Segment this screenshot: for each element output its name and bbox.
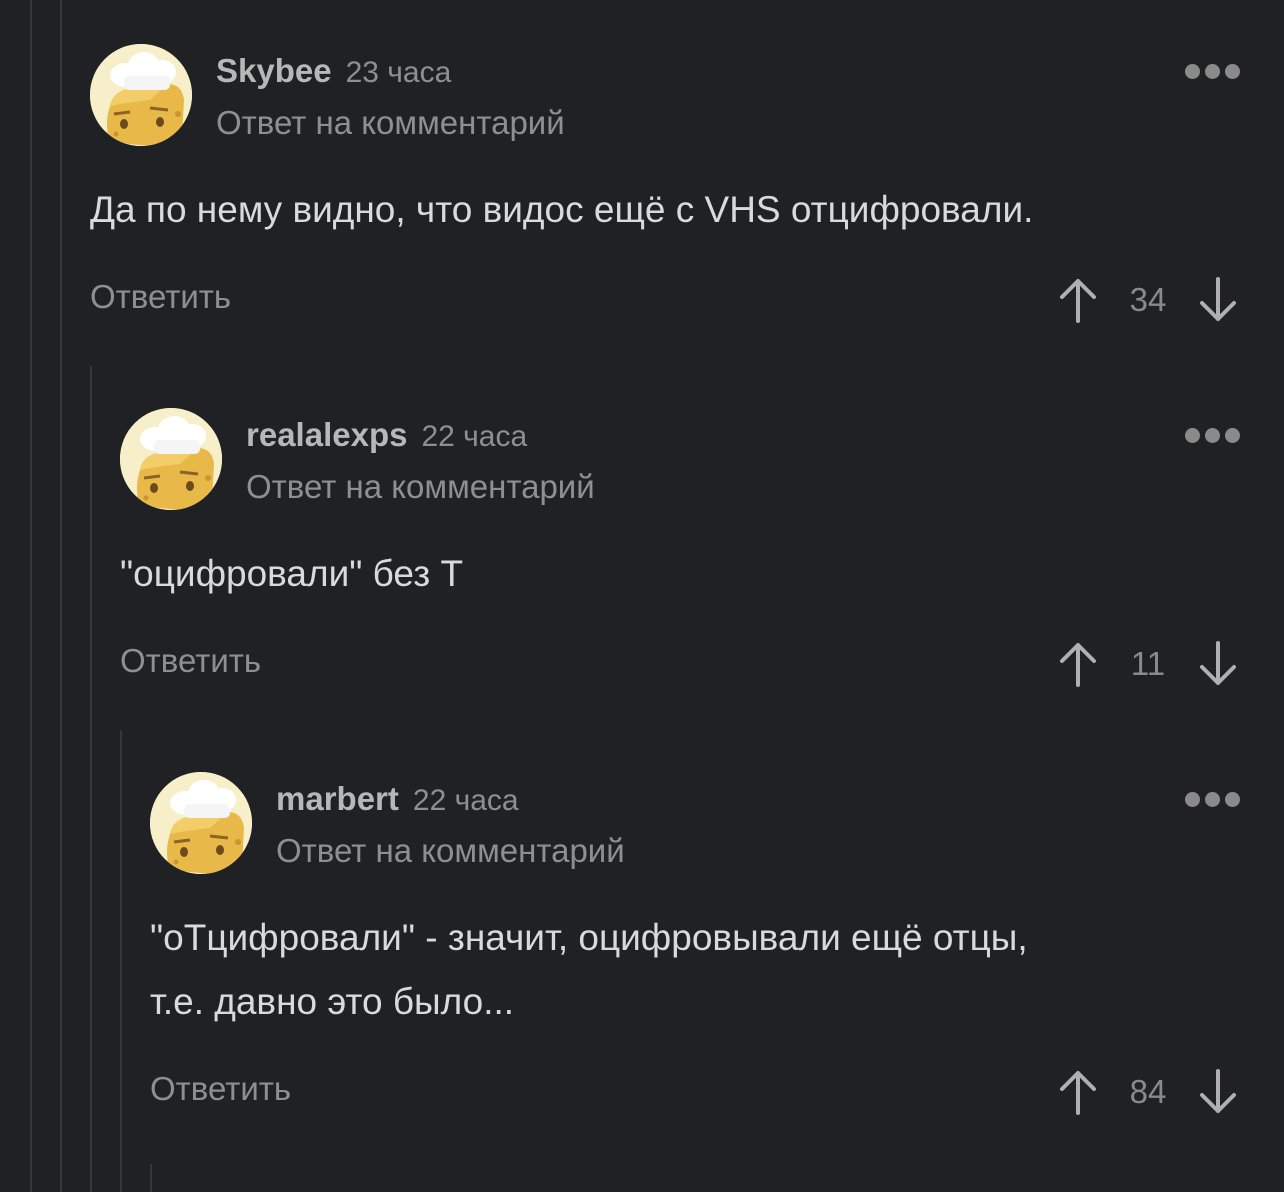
author-name[interactable]: realalexps [246, 416, 407, 453]
vote-score: 84 [1129, 1073, 1167, 1110]
author-name[interactable]: Skybee [216, 52, 332, 89]
arrow-down-icon[interactable] [1196, 1067, 1240, 1117]
more-dots-icon[interactable] [1185, 64, 1240, 79]
chef-hat-cheese-avatar-icon [120, 408, 222, 510]
comment-text: "оцифровали" без Т [120, 553, 464, 594]
more-dots-icon[interactable] [1185, 792, 1240, 807]
comment: marbert 22 часа Ответ на комментарий "оТц… [150, 772, 1240, 1124]
arrow-up-icon[interactable] [1056, 639, 1100, 689]
comment-header: realalexps 22 часа Ответ на комментарий [120, 408, 1240, 512]
comment-header: Skybee 23 часа Ответ на комментарий [90, 44, 1240, 148]
comment: Skybee 23 часа Ответ на комментарий Да по… [90, 44, 1240, 332]
timestamp: 22 часа [421, 420, 528, 453]
vote-controls: 11 [1056, 636, 1240, 692]
avatar[interactable] [150, 772, 252, 874]
comment: realalexps 22 часа Ответ на комментарий "… [120, 408, 1240, 696]
reply-to-label[interactable]: Ответ на комментарий [246, 468, 595, 506]
avatar[interactable] [90, 44, 192, 146]
vote-controls: 84 [1056, 1064, 1240, 1120]
reply-button[interactable]: Ответить [120, 642, 261, 680]
arrow-up-icon[interactable] [1056, 1067, 1100, 1117]
chef-hat-cheese-avatar-icon [90, 44, 192, 146]
vote-score: 34 [1129, 281, 1167, 318]
timestamp: 22 часа [412, 784, 519, 817]
reply-button[interactable]: Ответить [90, 278, 231, 316]
vote-controls: 34 [1056, 272, 1240, 328]
arrow-down-icon[interactable] [1196, 275, 1240, 325]
thread-line [120, 730, 122, 1192]
thread-line [90, 366, 92, 1192]
comment-header: marbert 22 часа Ответ на комментарий [150, 772, 1240, 876]
thread-line [150, 1164, 152, 1192]
comment-footer: Ответить 11 [120, 636, 1240, 696]
chef-hat-cheese-avatar-icon [150, 772, 252, 874]
comment-footer: Ответить 84 [150, 1064, 1240, 1124]
author-line: marbert 22 часа [276, 780, 519, 818]
vote-score: 11 [1130, 645, 1166, 682]
thread-line [60, 0, 62, 1192]
reply-to-label[interactable]: Ответ на комментарий [276, 832, 625, 870]
more-dots-icon[interactable] [1185, 428, 1240, 443]
arrow-down-icon[interactable] [1196, 639, 1240, 689]
reply-button[interactable]: Ответить [150, 1070, 291, 1108]
author-name[interactable]: marbert [276, 780, 399, 817]
timestamp: 23 часа [345, 56, 452, 89]
thread-line [30, 0, 32, 1192]
comment-footer: Ответить 34 [90, 272, 1240, 332]
author-line: realalexps 22 часа [246, 416, 527, 454]
reply-to-label[interactable]: Ответ на комментарий [216, 104, 565, 142]
avatar[interactable] [120, 408, 222, 510]
arrow-up-icon[interactable] [1056, 275, 1100, 325]
author-line: Skybee 23 часа [216, 52, 451, 90]
comment-text: Да по нему видно, что видос ещё с VHS от… [90, 189, 1034, 230]
comment-text: "оТцифровали" - значит, оцифровывали ещё… [150, 917, 1028, 1022]
